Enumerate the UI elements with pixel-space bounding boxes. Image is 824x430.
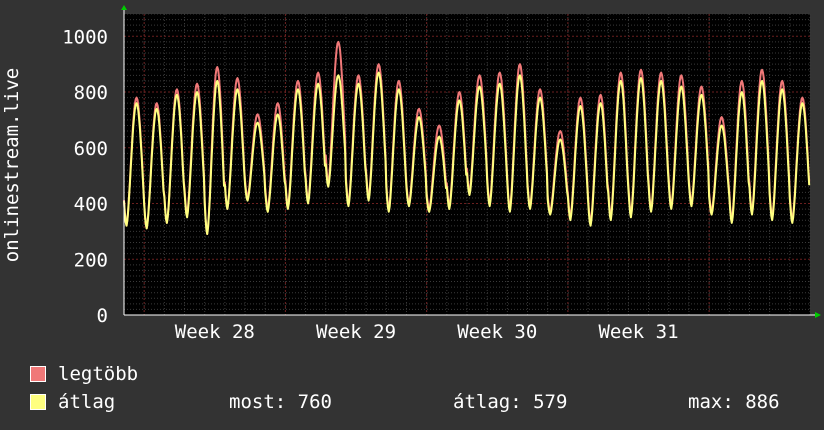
line-chart: 0 200 400 600 800 1000 Week 28 Week 29 Week 30 We… bbox=[1, 5, 821, 343]
stat-average: átlag: 579 bbox=[453, 391, 568, 413]
stat-current: most: 760 bbox=[229, 391, 332, 413]
y-tick-label: 1000 bbox=[62, 26, 108, 48]
chart-panel: 0 200 400 600 800 1000 Week 28 Week 29 Week 30 We… bbox=[0, 0, 824, 430]
y-axis-title: onlinestream.live bbox=[1, 68, 23, 262]
legend-item-max: legtöbb bbox=[30, 362, 138, 386]
y-tick-label: 0 bbox=[97, 305, 108, 327]
x-tick-label: Week 30 bbox=[457, 321, 537, 343]
x-tick-label: Week 31 bbox=[598, 321, 678, 343]
legend-swatch-avg bbox=[30, 394, 46, 410]
legend-swatch-max bbox=[30, 366, 46, 382]
y-tick-label: 600 bbox=[74, 138, 108, 160]
y-tick-label: 200 bbox=[74, 249, 108, 271]
y-axis-arrow bbox=[121, 5, 127, 10]
legend-label-avg: átlag bbox=[58, 391, 116, 413]
x-tick-label: Week 29 bbox=[316, 321, 396, 343]
x-tick-label: Week 28 bbox=[175, 321, 255, 343]
x-axis-arrow bbox=[815, 312, 821, 318]
y-tick-label: 400 bbox=[74, 194, 108, 216]
y-tick-label: 800 bbox=[74, 82, 108, 104]
legend-label-max: legtöbb bbox=[58, 363, 139, 385]
legend-item-avg: átlag bbox=[30, 390, 115, 414]
stat-maximum: max: 886 bbox=[688, 391, 780, 413]
